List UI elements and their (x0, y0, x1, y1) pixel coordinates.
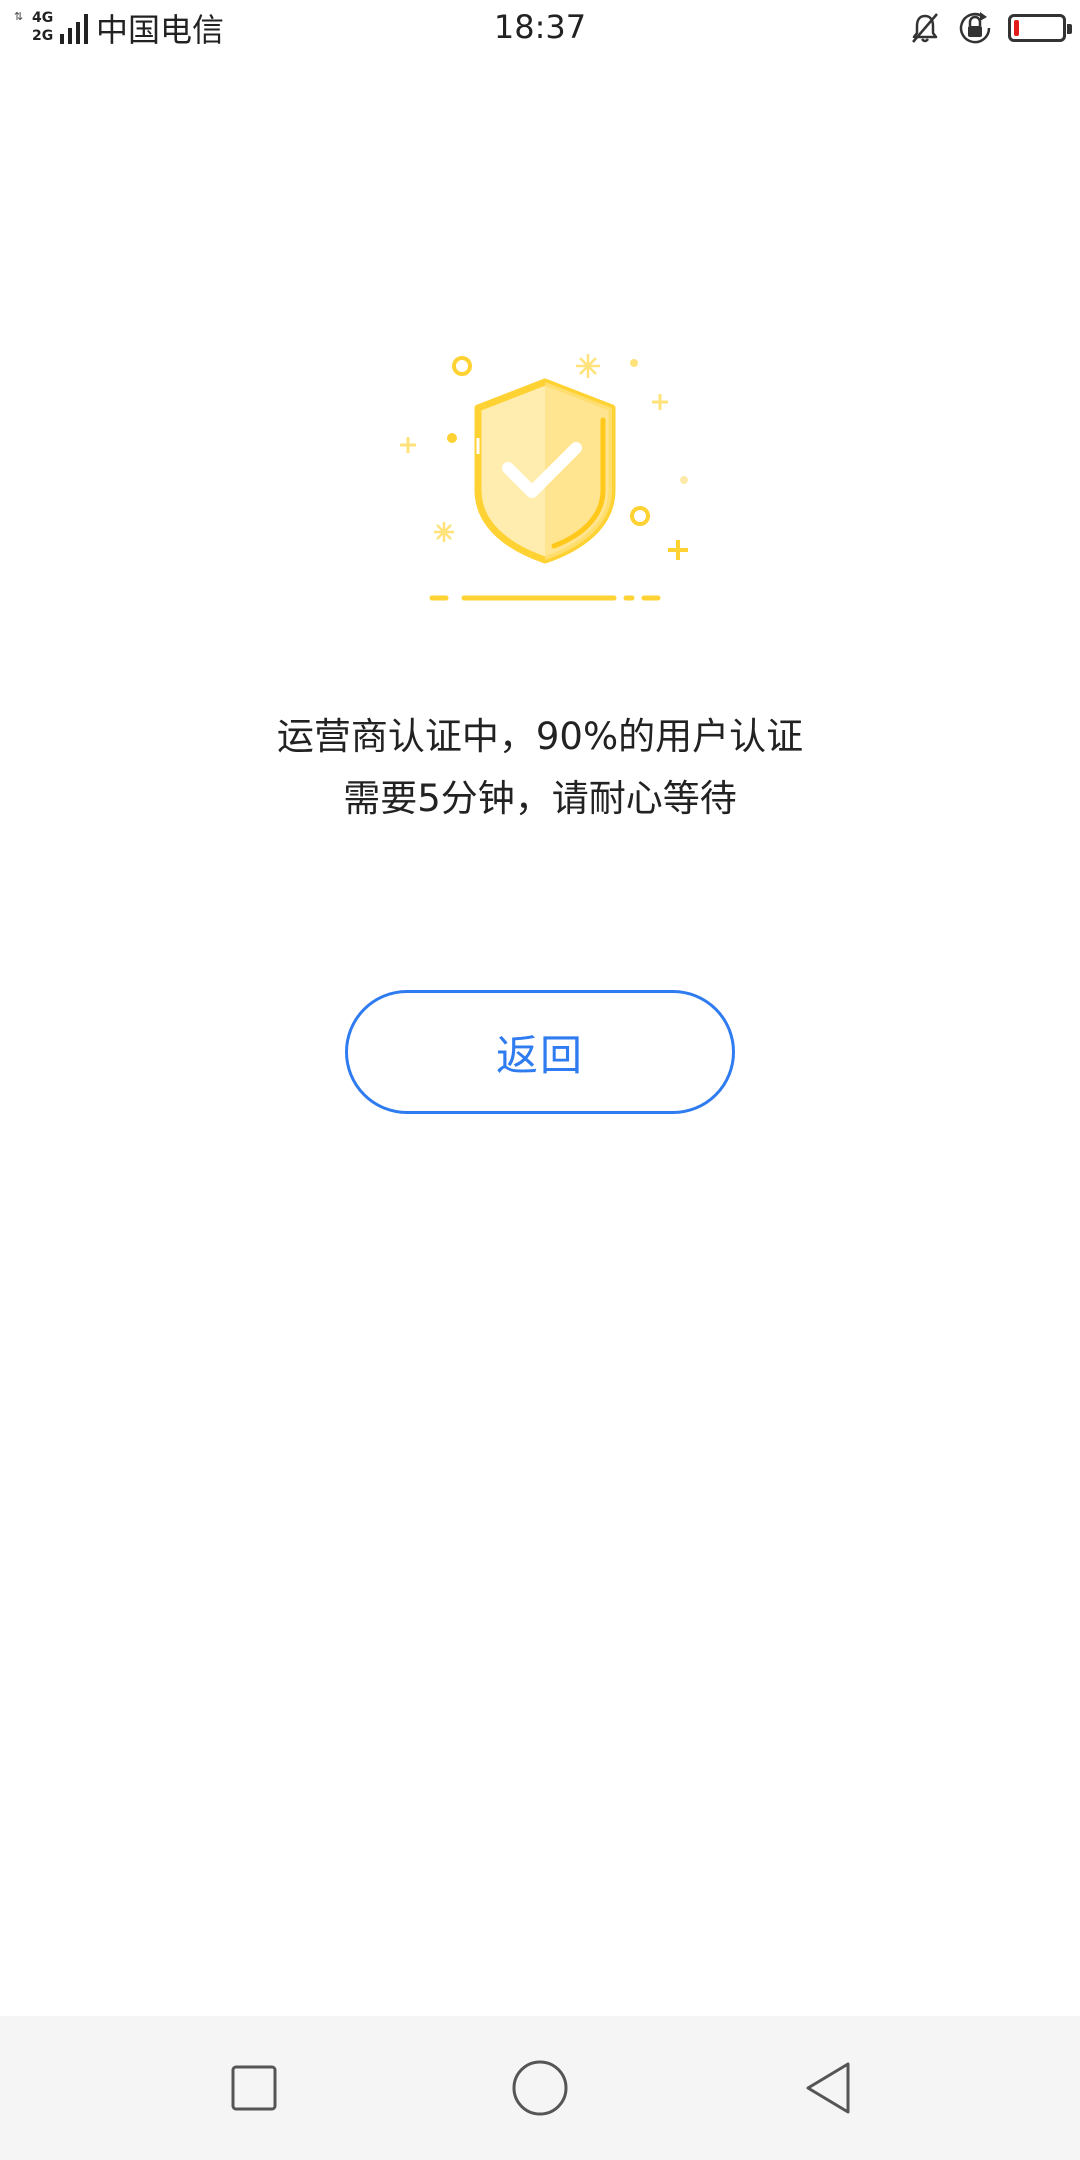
home-button[interactable] (508, 2056, 572, 2120)
battery-level-fill (1014, 20, 1019, 36)
screen: ⇅ 4G 2G 中国电信 18:37 运营商认证中，90%的用户认证 需要5分钟… (0, 0, 1080, 2160)
status-bar: ⇅ 4G 2G 中国电信 18:37 (0, 0, 1080, 56)
nav-back-button[interactable] (796, 2056, 860, 2120)
auth-message-line1: 运营商认证中，90%的用户认证 (276, 715, 804, 758)
circle-icon (512, 2060, 568, 2116)
triangle-back-icon (806, 2062, 850, 2114)
auth-message-line2: 需要5分钟，请耐心等待 (343, 777, 737, 820)
auth-message: 运营商认证中，90%的用户认证 需要5分钟，请耐心等待 (0, 706, 1080, 830)
shield-check-icon (400, 354, 688, 601)
battery-icon (1008, 14, 1072, 42)
rotation-lock-icon (959, 12, 991, 44)
bell-muted-icon (912, 13, 938, 43)
square-icon (231, 2065, 277, 2111)
recent-apps-button[interactable] (222, 2056, 286, 2120)
status-right (908, 8, 1072, 48)
navigation-bar (0, 2016, 1080, 2160)
back-button[interactable]: 返回 (345, 990, 735, 1114)
